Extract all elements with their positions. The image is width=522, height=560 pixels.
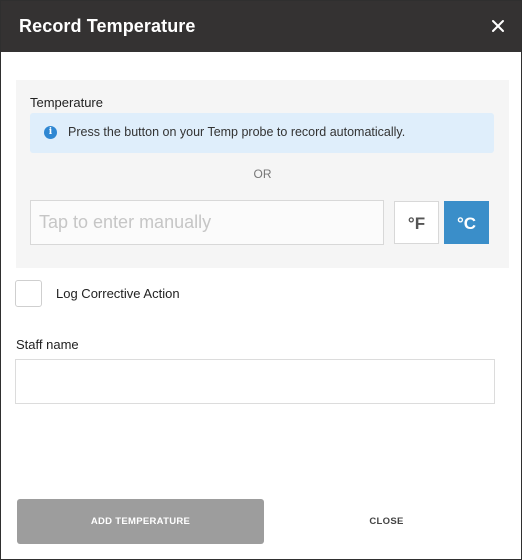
record-temperature-dialog: Record Temperature Temperature i Press t…	[0, 0, 522, 560]
celsius-button[interactable]: °C	[444, 201, 489, 244]
temperature-panel: Temperature i Press the button on your T…	[16, 80, 509, 268]
or-divider: OR	[253, 167, 272, 181]
temperature-label: Temperature	[30, 95, 103, 110]
info-text: Press the button on your Temp probe to r…	[68, 125, 406, 139]
info-icon: i	[44, 126, 57, 139]
manual-temperature-input[interactable]	[30, 200, 384, 245]
fahrenheit-button[interactable]: °F	[394, 201, 439, 244]
dialog-title: Record Temperature	[19, 16, 196, 36]
add-temperature-button[interactable]: ADD TEMPERATURE	[17, 499, 264, 544]
info-banner: i Press the button on your Temp probe to…	[30, 113, 494, 153]
staff-name-input[interactable]	[15, 359, 495, 404]
corrective-action-checkbox[interactable]	[15, 280, 42, 307]
close-icon[interactable]	[489, 17, 507, 35]
staff-name-label: Staff name	[16, 337, 79, 352]
corrective-action-label[interactable]: Log Corrective Action	[56, 286, 180, 301]
dialog-header: Record Temperature	[1, 1, 521, 52]
close-button[interactable]: CLOSE	[264, 499, 509, 544]
